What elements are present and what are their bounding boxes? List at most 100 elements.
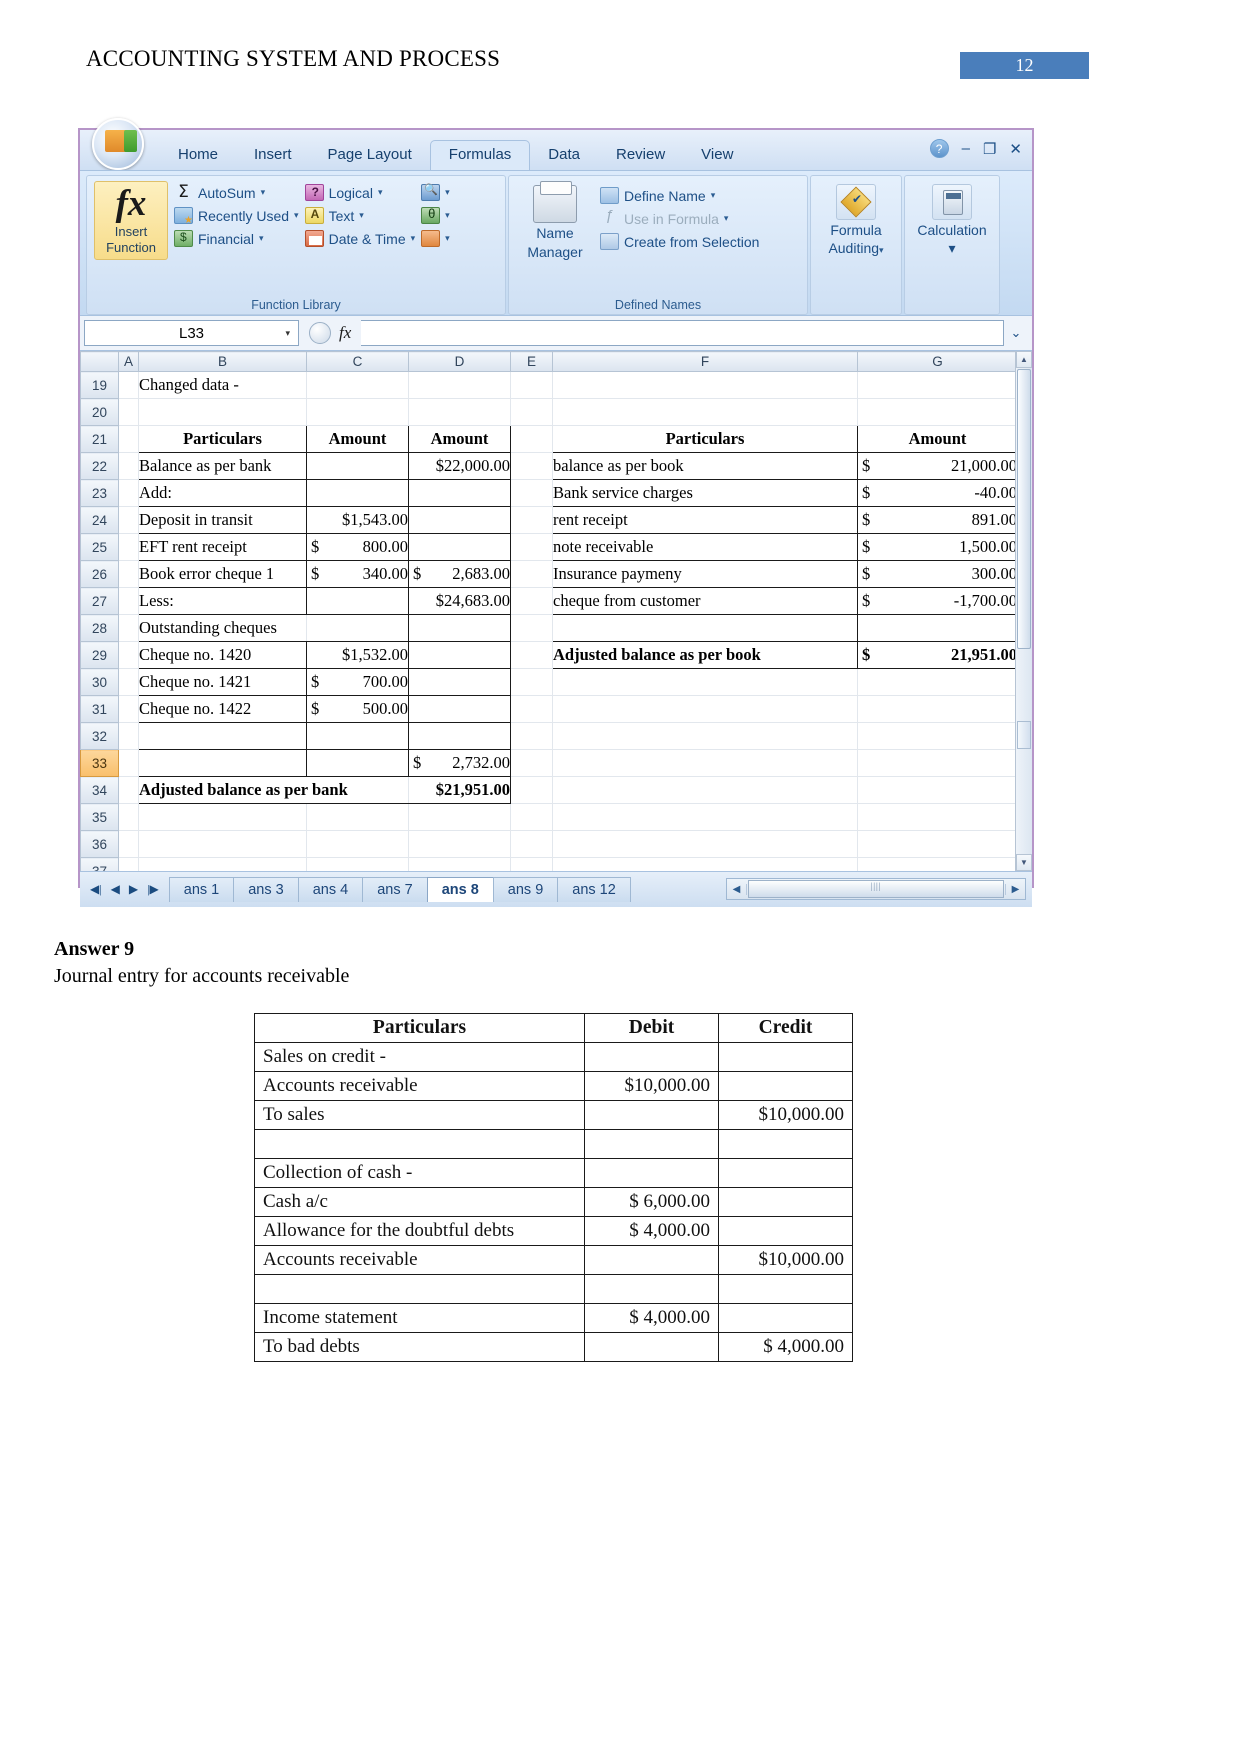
cell-A27[interactable] [118, 587, 139, 615]
cell-B31[interactable]: Cheque no. 1422 [138, 695, 307, 723]
tab-home[interactable]: Home [160, 141, 236, 170]
cell-G30[interactable] [857, 668, 1018, 696]
name-box[interactable]: L33 ▾ [84, 320, 299, 346]
cell-B34[interactable]: Adjusted balance as per bank [138, 776, 409, 804]
cell-A34[interactable] [118, 776, 139, 804]
cell-D30[interactable] [408, 668, 511, 696]
cell-B36[interactable] [138, 830, 307, 858]
cell-A35[interactable] [118, 803, 139, 831]
chevron-down-icon[interactable]: ▾ [359, 210, 364, 221]
cell-G27[interactable]: $ -1,700.00 [857, 587, 1018, 615]
cell-A32[interactable] [118, 722, 139, 750]
row-header-22[interactable]: 22 [80, 452, 119, 480]
cell-G33[interactable] [857, 749, 1018, 777]
cell-C30[interactable]: $700.00 [306, 668, 409, 696]
vertical-scrollbar[interactable]: ▲ ▼ [1015, 351, 1032, 871]
cell-F26[interactable]: Insurance paymeny [552, 560, 858, 588]
recently-used-button[interactable]: Recently Used ▾ [174, 207, 299, 226]
cell-G22[interactable]: $21,000.00 [857, 452, 1018, 480]
name-manager-button[interactable]: Name Manager [516, 181, 594, 261]
cell-F31[interactable] [552, 695, 858, 723]
row-header-20[interactable]: 20 [80, 398, 119, 426]
col-header-E[interactable]: E [510, 351, 553, 372]
cell-C35[interactable] [306, 803, 409, 831]
row-header-27[interactable]: 27 [80, 587, 119, 615]
cell-C25[interactable]: $800.00 [306, 533, 409, 561]
autosum-button[interactable]: Σ AutoSum ▾ [174, 184, 299, 201]
formula-input[interactable] [361, 320, 1004, 346]
cell-F19[interactable] [552, 371, 858, 399]
cell-G21[interactable]: Amount [857, 425, 1018, 453]
cell-D36[interactable] [408, 830, 511, 858]
cell-C22[interactable] [306, 452, 409, 480]
cell-E28[interactable] [510, 614, 553, 642]
cell-D20[interactable] [408, 398, 511, 426]
row-header-19[interactable]: 19 [80, 371, 119, 399]
cell-E35[interactable] [510, 803, 553, 831]
tab-formulas[interactable]: Formulas [429, 140, 531, 171]
col-header-D[interactable]: D [408, 351, 511, 372]
scroll-down-icon[interactable]: ▼ [1016, 854, 1032, 871]
row-header-23[interactable]: 23 [80, 479, 119, 507]
col-header-G[interactable]: G [857, 351, 1018, 372]
cell-D25[interactable] [408, 533, 511, 561]
cell-B23[interactable]: Add: [138, 479, 307, 507]
cell-G19[interactable] [857, 371, 1018, 399]
cell-G35[interactable] [857, 803, 1018, 831]
sheet-tab-ans-4[interactable]: ans 4 [297, 877, 364, 902]
cell-A19[interactable] [118, 371, 139, 399]
more-functions-button[interactable]: ▾ [421, 230, 450, 247]
logical-button[interactable]: Logical ▾ [304, 184, 416, 201]
cell-F33[interactable] [552, 749, 858, 777]
last-sheet-icon[interactable]: |▶ [147, 882, 159, 897]
cell-G37[interactable] [857, 857, 1018, 871]
cell-G25[interactable]: $1,500.00 [857, 533, 1018, 561]
cell-C21[interactable]: Amount [306, 425, 409, 453]
cell-A30[interactable] [118, 668, 139, 696]
cell-E32[interactable] [510, 722, 553, 750]
chevron-down-icon[interactable]: ▾ [261, 187, 266, 198]
row-header-30[interactable]: 30 [80, 668, 119, 696]
cell-F20[interactable] [552, 398, 858, 426]
cell-A26[interactable] [118, 560, 139, 588]
cell-D31[interactable] [408, 695, 511, 723]
cell-B30[interactable]: Cheque no. 1421 [138, 668, 307, 696]
cell-E31[interactable] [510, 695, 553, 723]
cell-F23[interactable]: Bank service charges [552, 479, 858, 507]
chevron-down-icon[interactable]: ▾ [411, 233, 416, 244]
cell-D35[interactable] [408, 803, 511, 831]
col-header-B[interactable]: B [138, 351, 307, 372]
cell-E34[interactable] [510, 776, 553, 804]
cell-D28[interactable] [408, 614, 511, 642]
row-header-31[interactable]: 31 [80, 695, 119, 723]
row-header-36[interactable]: 36 [80, 830, 119, 858]
cell-F28[interactable] [552, 614, 858, 642]
cell-D19[interactable] [408, 371, 511, 399]
scroll-up-icon[interactable]: ▲ [1016, 351, 1032, 368]
cell-E37[interactable] [510, 857, 553, 871]
scroll-right-icon[interactable]: ▶ [1005, 883, 1025, 895]
cell-F27[interactable]: cheque from customer [552, 587, 858, 615]
cell-B37[interactable] [138, 857, 307, 871]
cell-B32[interactable] [138, 722, 307, 750]
chevron-down-icon[interactable]: ▾ [445, 210, 450, 221]
cell-C37[interactable] [306, 857, 409, 871]
cell-F21[interactable]: Particulars [552, 425, 858, 453]
tab-page-layout[interactable]: Page Layout [310, 141, 430, 170]
cell-C27[interactable] [306, 587, 409, 615]
tab-data[interactable]: Data [530, 141, 598, 170]
cell-C19[interactable] [306, 371, 409, 399]
cell-A28[interactable] [118, 614, 139, 642]
row-header-28[interactable]: 28 [80, 614, 119, 642]
row-header-32[interactable]: 32 [80, 722, 119, 750]
chevron-down-icon[interactable]: ▾ [445, 187, 450, 198]
cell-G20[interactable] [857, 398, 1018, 426]
row-header-35[interactable]: 35 [80, 803, 119, 831]
cell-F37[interactable] [552, 857, 858, 871]
vertical-scroll-grip[interactable] [1017, 721, 1031, 749]
cell-E23[interactable] [510, 479, 553, 507]
chevron-down-icon[interactable]: ▾ [879, 245, 884, 255]
col-header-C[interactable]: C [306, 351, 409, 372]
cell-B33[interactable] [138, 749, 307, 777]
cell-D27[interactable]: $24,683.00 [408, 587, 511, 615]
